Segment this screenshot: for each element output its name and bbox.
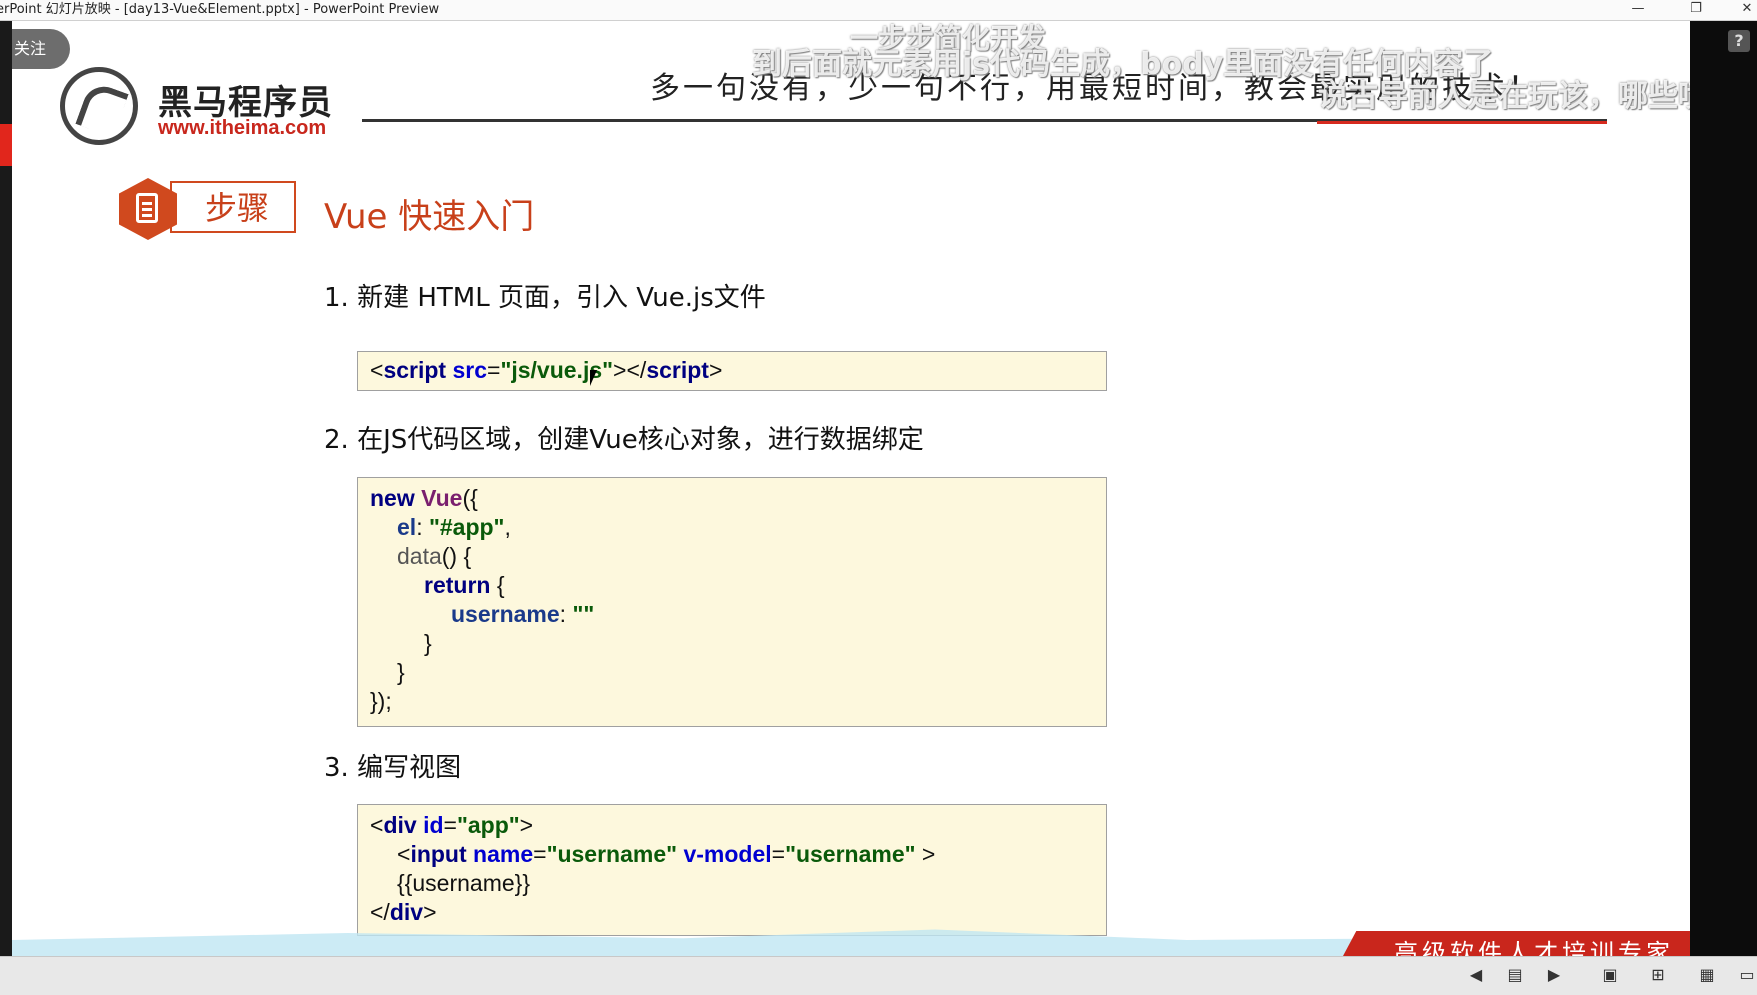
code-line: } bbox=[397, 659, 405, 685]
code-line: username: "" bbox=[451, 601, 595, 627]
code-line: } bbox=[424, 630, 432, 656]
code-block-vue-instance: new Vue({ el: "#app", data() { return { … bbox=[357, 477, 1107, 727]
help-icon[interactable]: ? bbox=[1728, 30, 1750, 52]
code-line: <input name="username" v-model="username… bbox=[397, 841, 936, 867]
code-block-view: <div id="app"> <input name="username" v-… bbox=[357, 804, 1107, 936]
step-heading: 2. 在JS代码区域，创建Vue核心对象，进行数据绑定 bbox=[324, 425, 924, 455]
ribbon-text: 高级软件人才培训专家 bbox=[1394, 939, 1674, 956]
slide-sorter-icon[interactable]: ⊞ bbox=[1648, 965, 1668, 985]
right-edge-strip bbox=[1690, 21, 1757, 956]
window-title-bar: erPoint 幻灯片放映 - [day13-Vue&Element.pptx]… bbox=[0, 0, 1757, 21]
step-heading: 1. 新建 HTML 页面，引入 Vue.js文件 bbox=[324, 283, 766, 313]
code-line: data() { bbox=[397, 543, 472, 569]
previous-slide-icon[interactable]: ◀ bbox=[1466, 965, 1486, 985]
normal-view-icon[interactable]: ▣ bbox=[1600, 965, 1620, 985]
code-line: <script src="js/vue.js"></script> bbox=[370, 357, 723, 383]
code-line: el: "#app", bbox=[397, 514, 511, 540]
code-line: }); bbox=[370, 688, 392, 714]
left-edge-strip bbox=[0, 21, 34, 956]
logo-url: www.itheima.com bbox=[158, 117, 327, 139]
horse-logo-icon bbox=[60, 67, 138, 145]
reading-view-icon[interactable]: ▦ bbox=[1697, 965, 1717, 985]
follow-button[interactable]: 关注 bbox=[12, 29, 70, 69]
code-line: return { bbox=[424, 572, 505, 598]
code-block-script-include: <script src="js/vue.js"></script> bbox=[357, 351, 1107, 391]
section-title: Vue 快速入门 bbox=[324, 197, 535, 237]
window-title: erPoint 幻灯片放映 - [day13-Vue&Element.pptx]… bbox=[0, 2, 440, 17]
notes-icon[interactable]: ▤ bbox=[1505, 965, 1525, 985]
code-line: new Vue({ bbox=[370, 485, 478, 511]
step-heading: 3. 编写视图 bbox=[324, 753, 462, 783]
header-divider-accent bbox=[1317, 121, 1607, 124]
slide-canvas: 黑马程序员 www.itheima.com 关注 多一句没有，少一句不行，用最短… bbox=[12, 21, 1690, 956]
code-line: <div id="app"> bbox=[370, 812, 534, 838]
slideshow-view-icon[interactable]: ▭ bbox=[1737, 965, 1757, 985]
mouse-cursor-icon bbox=[590, 370, 604, 386]
code-line: </div> bbox=[370, 899, 437, 925]
code-line: {{username}} bbox=[397, 870, 531, 896]
next-slide-icon[interactable]: ▶ bbox=[1544, 965, 1564, 985]
document-icon bbox=[136, 193, 158, 223]
minimize-button[interactable]: — bbox=[1618, 0, 1658, 20]
status-bar: ◀ ▤ ▶ ▣ ⊞ ▦ ▭ bbox=[0, 956, 1757, 995]
step-label: 步骤 bbox=[170, 181, 296, 233]
logo: 黑马程序员 www.itheima.com bbox=[50, 41, 350, 151]
close-button[interactable]: ✕ bbox=[1727, 0, 1757, 20]
restore-button[interactable]: ❐ bbox=[1676, 0, 1716, 20]
overlay-comment: 说古导前人是在玩该，哪些喷子 bbox=[1318, 79, 1690, 114]
